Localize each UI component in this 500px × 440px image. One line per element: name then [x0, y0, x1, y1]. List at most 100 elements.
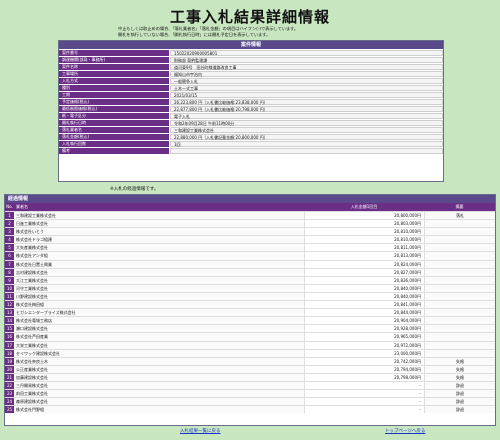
- table-row: 7 株式会社日置土興業 20,824,000円: [5, 259, 495, 268]
- bid-remark: [424, 228, 495, 236]
- row-number: 5: [5, 244, 14, 252]
- bid-price: 20,840,000円: [304, 284, 424, 292]
- case-info-label: 工期: [59, 92, 169, 98]
- case-info-label: 落札業者名: [59, 127, 169, 133]
- bid-remark: [424, 341, 495, 349]
- table-row: 15 瀬口建設株式会社 20,928,000円: [5, 324, 495, 333]
- case-info-value: 1回: [170, 141, 443, 147]
- bidder-name: セイワック建設株式会社: [14, 349, 304, 357]
- table-row: 12 株式会社梅田組 20,841,000円: [5, 300, 495, 309]
- case-info-value: 一般競争入札: [170, 78, 443, 84]
- bid-remark: 失格: [424, 373, 495, 381]
- case-info-row: 落札業者名 三和建設工業株式会社: [59, 126, 443, 133]
- bid-remark: [424, 284, 495, 292]
- bidder-name: 大矢産業株式会社: [14, 244, 304, 252]
- bid-remark: [424, 309, 495, 317]
- row-number: 9: [5, 276, 14, 284]
- bid-price: -: [304, 390, 424, 398]
- bid-price: 20,928,000円: [304, 325, 424, 333]
- bidder-name: 株式会社芦田産業: [14, 333, 304, 341]
- bid-remark: 辞退: [424, 390, 495, 398]
- bid-remark: [424, 236, 495, 244]
- bidder-name: 加藤建設株式会社: [14, 373, 304, 381]
- case-info-value: 22,880,000 円（入札書記載金額:20,800,000 円）: [170, 134, 443, 140]
- bid-remark: 落札: [424, 212, 495, 220]
- case-info-value: 26,223,800 円（入札書比較価格:23,838,000 円）: [170, 99, 443, 105]
- case-info-row: 調達機関(部局・事務所) 財務部 契約監理課: [59, 56, 443, 63]
- bid-price: 20,810,000円: [304, 236, 424, 244]
- case-info-row: 種別 土木一式工事: [59, 84, 443, 91]
- bidder-name: 大江工業株式会社: [14, 276, 304, 284]
- case-info-label: 案件名称: [59, 64, 169, 70]
- bid-price: -: [304, 381, 424, 390]
- back-to-list-link[interactable]: 入札結果一覧に戻る: [180, 428, 221, 434]
- case-info-value: 三和建設工業株式会社: [170, 127, 443, 133]
- row-number: 13: [5, 309, 14, 317]
- table-row: 1 三和建設工業株式会社 20,800,000円 落札: [5, 211, 495, 220]
- table-row: 4 株式会社ドラゴ組建 20,810,000円: [5, 235, 495, 244]
- table-row: 14 株式会社竜城工務店 20,904,000円: [5, 316, 495, 325]
- bid-remark: [424, 268, 495, 276]
- bid-remark: [424, 244, 495, 252]
- bidder-name: 森原建設株式会社: [14, 398, 304, 406]
- bid-price: 20,904,000円: [304, 317, 424, 325]
- bidder-name: 三和建設工業株式会社: [14, 212, 304, 220]
- bid-remark: [424, 317, 495, 325]
- bidder-name: 川野建設株式会社: [14, 292, 304, 301]
- case-info-header: 案件情報: [59, 41, 443, 49]
- bid-price: 20,965,000円: [304, 333, 424, 341]
- case-info-row: 入札執行回数 1回: [59, 140, 443, 147]
- bid-remark: 辞退: [424, 398, 495, 406]
- table-row: 20 公正産業株式会社 20,794,000円 失格: [5, 364, 495, 373]
- history-section: 経過情報 No. 業者名 入札金額1回目 摘要 1 三和建設工業株式会社 20,80…: [4, 194, 496, 426]
- history-rows: 1 三和建設工業株式会社 20,800,000円 落札 2 日進工業株式会社 20,803,…: [5, 211, 495, 414]
- bid-remark: 辞退: [424, 381, 495, 390]
- bidder-name: 河守工業株式会社: [14, 284, 304, 292]
- case-info-row: 紙・電子区分 電子入札: [59, 112, 443, 119]
- bid-price: 23,000,000円: [304, 349, 424, 357]
- case-info-row: 開札執行日時 令和2年09月28日 午前11時00分: [59, 119, 443, 126]
- bidder-name: 株式会社アンダ組: [14, 252, 304, 260]
- col-note-header: 摘要: [455, 204, 464, 209]
- bidder-name: 株式会社門野組: [14, 406, 304, 414]
- bidder-name: 大栄工業株式会社: [14, 341, 304, 349]
- bid-price: -: [304, 406, 424, 414]
- bidder-name: 株式会社日置土興業: [14, 260, 304, 268]
- row-number: 20: [5, 365, 14, 373]
- case-info-rows: 案件番号 15022020900005801 調達機関(部局・事務所) 財務部 契約監…: [59, 49, 443, 154]
- case-info-label: 最低制限価格(税込): [59, 106, 169, 112]
- case-info-label: 落札金額(税込): [59, 134, 169, 140]
- case-info-value: 土木一式工事: [170, 85, 443, 91]
- case-info-value: 財務部 契約監理課: [170, 57, 443, 63]
- table-row: 21 加藤建設株式会社 20,798,000円 失格: [5, 372, 495, 381]
- bid-price: 20,841,000円: [304, 301, 424, 309]
- back-to-top-link[interactable]: トップページへ戻る: [385, 428, 425, 434]
- table-row: 23 前田工業株式会社 - 辞退: [5, 389, 495, 398]
- row-number: 1: [5, 212, 14, 220]
- case-info-section: 案件情報 案件番号 15022020900005801 調達機関(部局・事務所) 財務…: [58, 40, 444, 182]
- table-row: 13 ヒガシエンタープライズ株式会社 20,844,000円: [5, 308, 495, 317]
- case-info-row: 最低制限価格(税込) 22,877,800 円（入札書比較価格:20,798,00…: [59, 105, 443, 112]
- bid-remark: 失格: [424, 357, 495, 365]
- bid-price: 20,844,000円: [304, 309, 424, 317]
- case-info-label: 開札執行日時: [59, 120, 169, 126]
- case-info-label: 種別: [59, 85, 169, 91]
- history-header: 経過情報: [5, 195, 495, 203]
- case-info-row: 工事場所 福知山市宇治内: [59, 70, 443, 77]
- case-info-label: 調達機関(部局・事務所): [59, 57, 169, 63]
- page-notes: 中止もしくは取止めの場合、「落札業者名」「落札金額」の項目はハイフン(-)で表示…: [118, 26, 298, 38]
- case-info-label: 入札方式: [59, 78, 169, 84]
- bid-price: 20,811,000円: [304, 244, 424, 252]
- bid-remark: [424, 260, 495, 268]
- row-number: 10: [5, 284, 14, 292]
- bid-price: 20,742,000円: [304, 357, 424, 365]
- case-info-label: 工事場所: [59, 71, 169, 77]
- case-info-value: 令和2年09月28日 午前11時00分: [170, 120, 443, 126]
- row-number: 12: [5, 301, 14, 309]
- bidder-name: 株式会社竜城工務店: [14, 317, 304, 325]
- history-table-header: No. 業者名 入札金額1回目 摘要: [5, 203, 495, 211]
- case-info-value: 電子入札: [170, 113, 443, 119]
- table-row: 17 大栄工業株式会社 20,972,000円: [5, 340, 495, 349]
- table-row: 2 日進工業株式会社 20,803,000円: [5, 219, 495, 228]
- bidder-name: 公正産業株式会社: [14, 365, 304, 373]
